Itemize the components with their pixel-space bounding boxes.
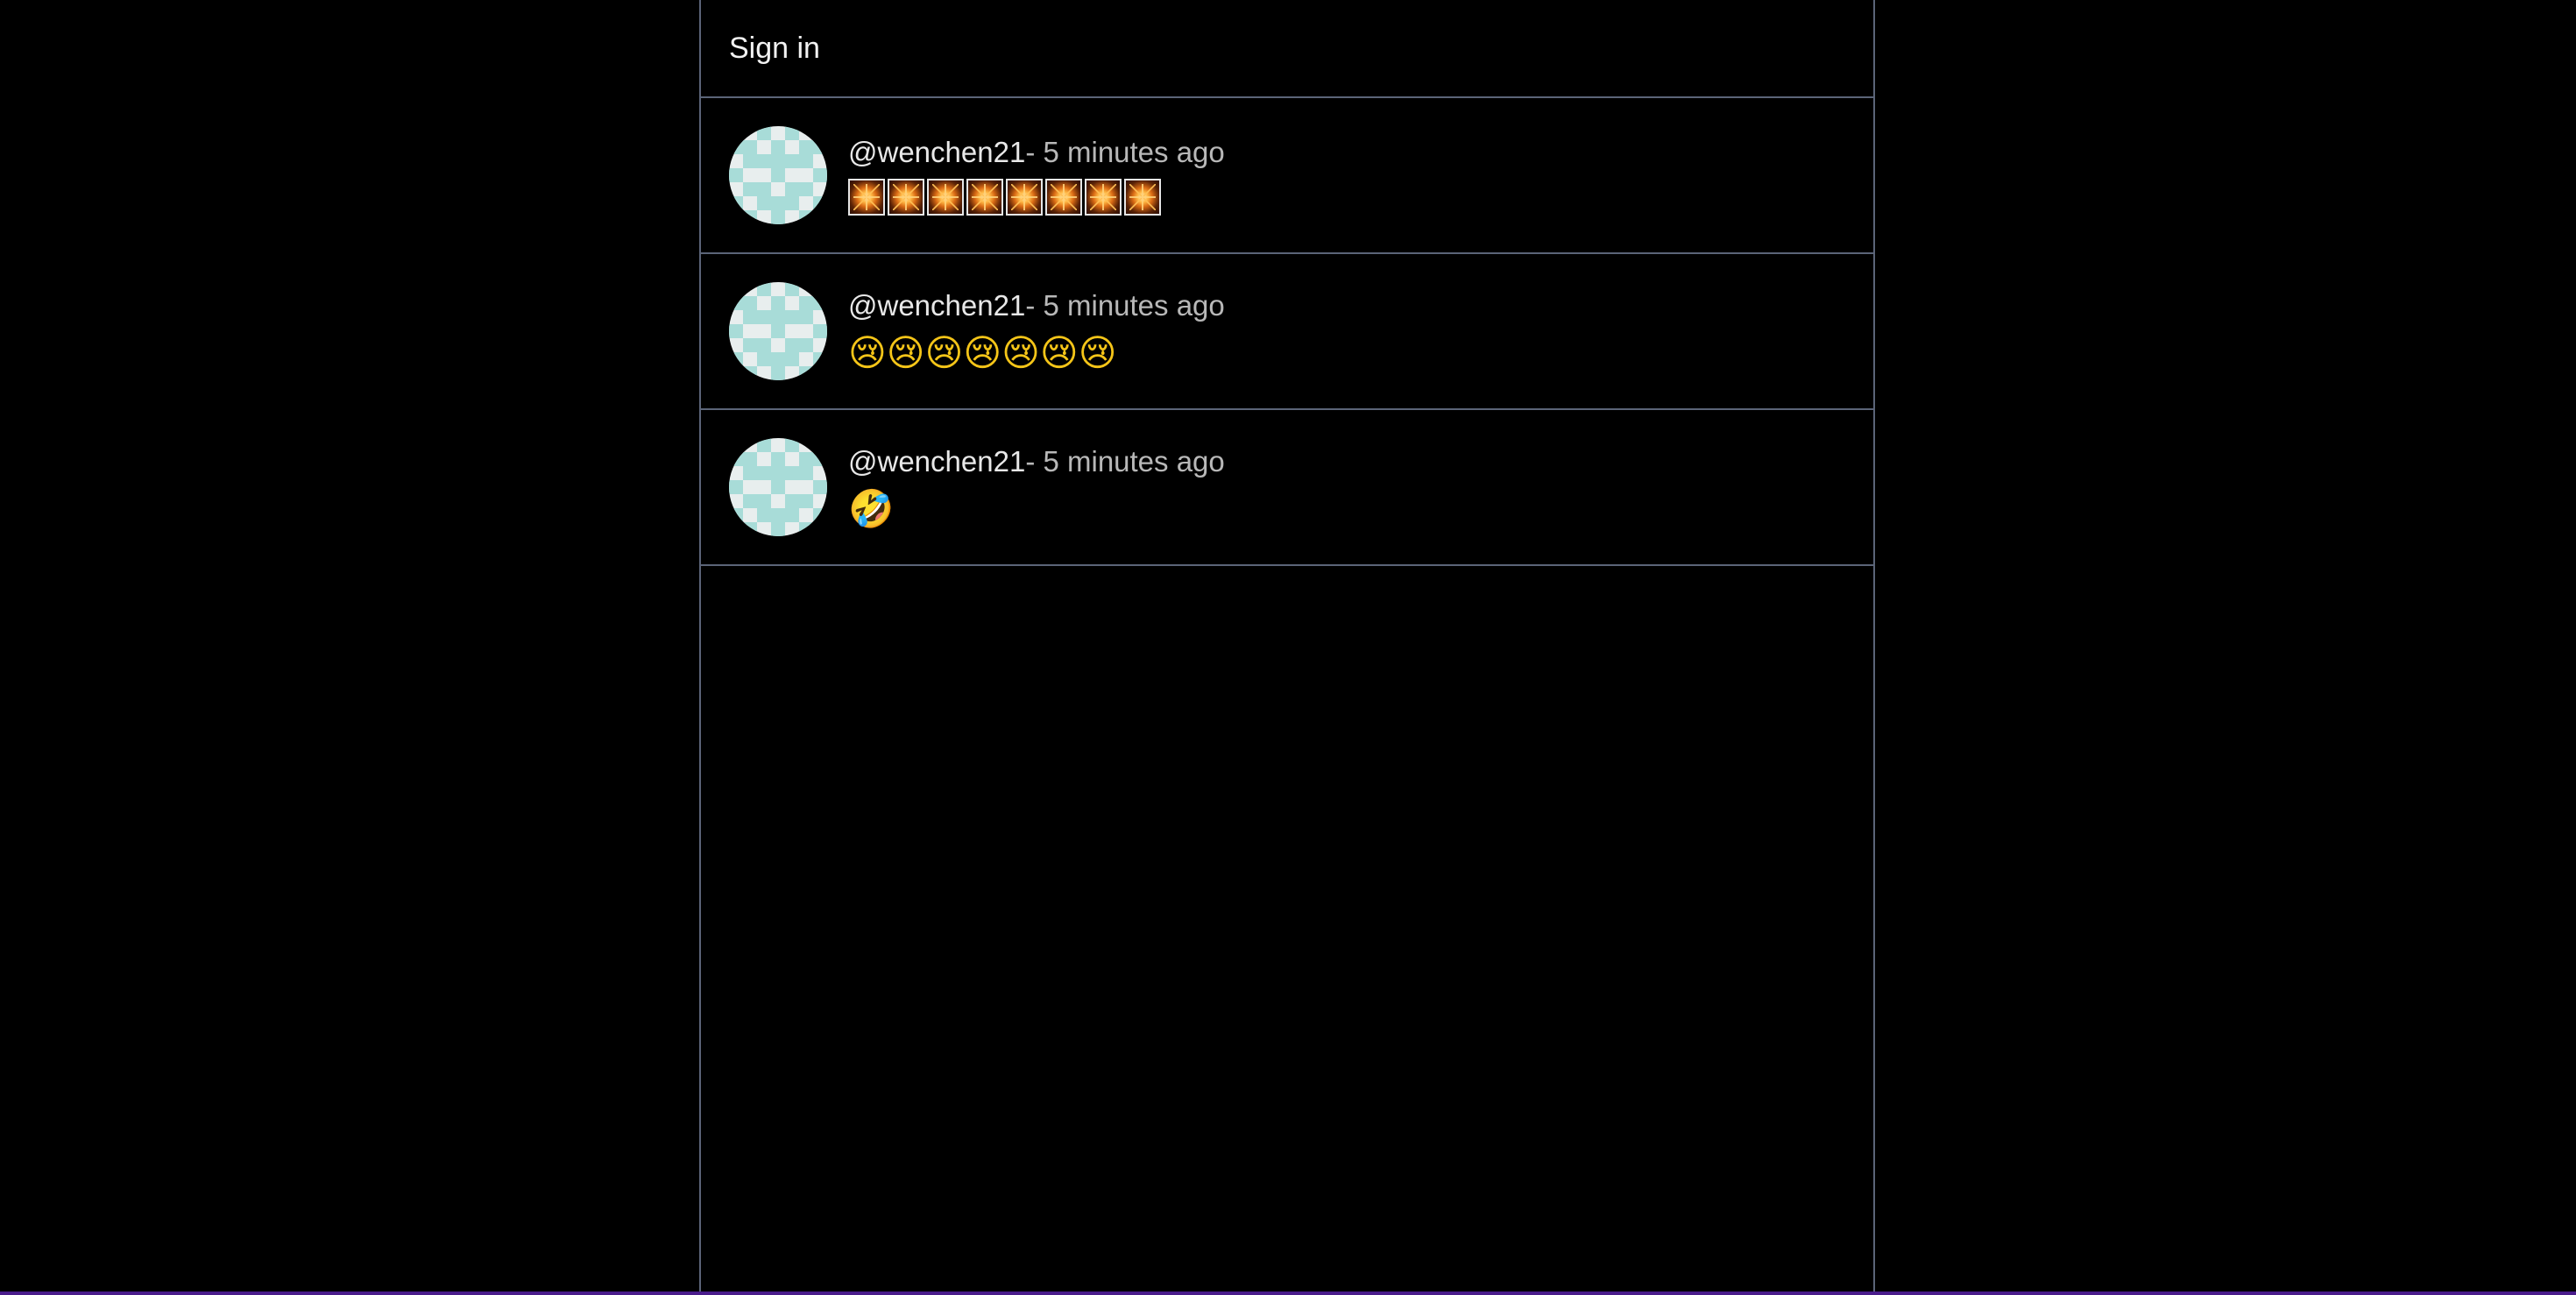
post-author[interactable]: @wenchen21 <box>848 445 1025 478</box>
feed-column: Sign in @wenchen21- 5 minutes ago @wench… <box>699 0 1875 1295</box>
post-content: 🤣 <box>848 488 1225 530</box>
window-bottom-edge <box>0 1291 2576 1295</box>
avatar[interactable] <box>729 126 827 224</box>
avatar-identicon <box>729 126 827 224</box>
avatar[interactable] <box>729 438 827 536</box>
post-body: @wenchen21- 5 minutes ago 😢😢😢😢😢😢😢 <box>848 288 1225 374</box>
sparkler-icon <box>888 179 924 216</box>
post-author[interactable]: @wenchen21 <box>848 136 1025 168</box>
crying-face-emojis: 😢😢😢😢😢😢😢 <box>848 331 1117 374</box>
rolling-laughing-emoji: 🤣 <box>848 487 895 530</box>
sparkler-icon <box>1045 179 1082 216</box>
post-time: - 5 minutes ago <box>1025 445 1225 478</box>
sparkler-icon <box>1085 179 1122 216</box>
sparkler-icon <box>927 179 964 216</box>
sparkler-icon <box>1124 179 1161 216</box>
post-body: @wenchen21- 5 minutes ago <box>848 135 1225 216</box>
post-body: @wenchen21- 5 minutes ago 🤣 <box>848 444 1225 530</box>
post-item: @wenchen21- 5 minutes ago <box>701 98 1873 254</box>
avatar[interactable] <box>729 282 827 380</box>
post-content <box>848 179 1225 216</box>
post-meta: @wenchen21- 5 minutes ago <box>848 288 1225 323</box>
header: Sign in <box>701 0 1873 98</box>
sparkler-icon <box>848 179 885 216</box>
post-meta: @wenchen21- 5 minutes ago <box>848 135 1225 170</box>
post-time: - 5 minutes ago <box>1025 289 1225 322</box>
page: Sign in @wenchen21- 5 minutes ago @wench… <box>0 0 2576 1295</box>
post-content: 😢😢😢😢😢😢😢 <box>848 332 1225 374</box>
post-author[interactable]: @wenchen21 <box>848 289 1025 322</box>
avatar-identicon <box>729 438 827 536</box>
post-meta: @wenchen21- 5 minutes ago <box>848 444 1225 479</box>
post-item: @wenchen21- 5 minutes ago 😢😢😢😢😢😢😢 <box>701 254 1873 410</box>
sparkler-icon <box>966 179 1003 216</box>
avatar-identicon <box>729 282 827 380</box>
sign-in-link[interactable]: Sign in <box>729 32 820 66</box>
post-time: - 5 minutes ago <box>1025 136 1225 168</box>
post-item: @wenchen21- 5 minutes ago 🤣 <box>701 410 1873 566</box>
sparkler-icon <box>1006 179 1043 216</box>
